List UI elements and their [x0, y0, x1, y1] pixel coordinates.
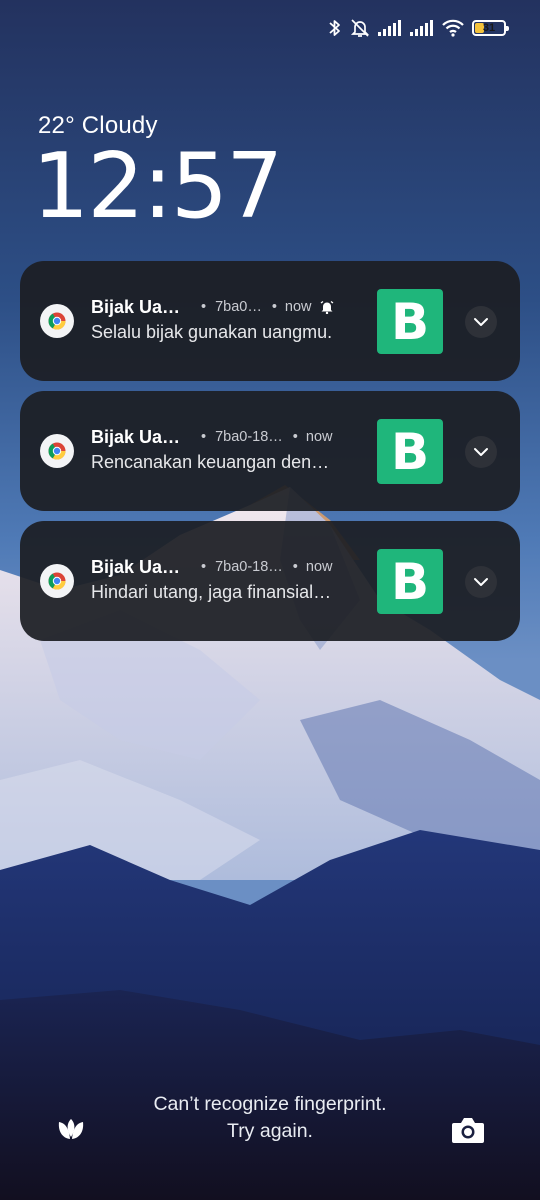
- camera-icon: [452, 1118, 484, 1143]
- separator-dot: •: [271, 299, 277, 315]
- alarm-off-icon: [350, 18, 370, 38]
- status-bar: 31: [328, 14, 509, 42]
- separator-dot: •: [292, 429, 298, 445]
- expand-button[interactable]: [465, 436, 497, 468]
- chevron-down-icon: [474, 448, 488, 456]
- notification-time: now: [305, 559, 333, 575]
- clock-time: 12:57: [32, 134, 283, 239]
- chevron-down-icon: [474, 318, 488, 326]
- tulip-shortcut-button[interactable]: [51, 1110, 91, 1150]
- tulip-icon: [58, 1119, 84, 1139]
- notification-body: Hindari utang, jaga finansial…: [91, 582, 332, 602]
- notification-body: Selalu bijak gunakan uangmu.: [91, 322, 333, 342]
- notification-card[interactable]: Bijak Ua… • 7ba0-18… • now Rencanakan ke…: [20, 391, 520, 511]
- notification-thumbnail: B: [377, 549, 443, 614]
- chrome-icon: [40, 434, 74, 468]
- signal-icon: [378, 20, 402, 36]
- notification-title: Bijak Ua…: [91, 556, 181, 577]
- notification-time: now: [284, 299, 312, 315]
- notification-thumbnail: B: [377, 289, 443, 354]
- notification-url: 7ba0…: [215, 299, 262, 315]
- notification-body: Rencanakan keuangan den…: [91, 452, 330, 472]
- notification-url: 7ba0-18…: [215, 559, 283, 575]
- notification-header: Bijak Ua… • 7ba0-18… • now: [91, 555, 332, 579]
- chevron-down-icon: [474, 578, 488, 586]
- separator-dot: •: [201, 299, 207, 315]
- battery-icon: 31: [472, 20, 509, 36]
- camera-shortcut-button[interactable]: [448, 1110, 488, 1150]
- notification-card[interactable]: Bijak Ua… • 7ba0-18… • now Hindari utang…: [20, 521, 520, 641]
- battery-level: 31: [482, 21, 496, 34]
- bluetooth-icon: [328, 18, 342, 38]
- notification-title: Bijak Ua…: [91, 296, 181, 317]
- alert-bell-icon: [320, 300, 334, 314]
- separator-dot: •: [201, 559, 207, 575]
- chrome-icon: [40, 304, 74, 338]
- notification-card[interactable]: Bijak Ua… • 7ba0… • now Selalu bijak gun…: [20, 261, 520, 381]
- separator-dot: •: [201, 429, 207, 445]
- separator-dot: •: [292, 559, 298, 575]
- notification-header: Bijak Ua… • 7ba0-18… • now: [91, 425, 332, 449]
- wifi-icon: [442, 19, 464, 37]
- notification-header: Bijak Ua… • 7ba0… • now: [91, 295, 334, 319]
- expand-button[interactable]: [465, 566, 497, 598]
- notification-url: 7ba0-18…: [215, 429, 283, 445]
- notification-time: now: [305, 429, 333, 445]
- expand-button[interactable]: [465, 306, 497, 338]
- chrome-icon: [40, 564, 74, 598]
- signal-icon: [410, 20, 434, 36]
- notification-title: Bijak Ua…: [91, 426, 181, 447]
- notification-thumbnail: B: [377, 419, 443, 484]
